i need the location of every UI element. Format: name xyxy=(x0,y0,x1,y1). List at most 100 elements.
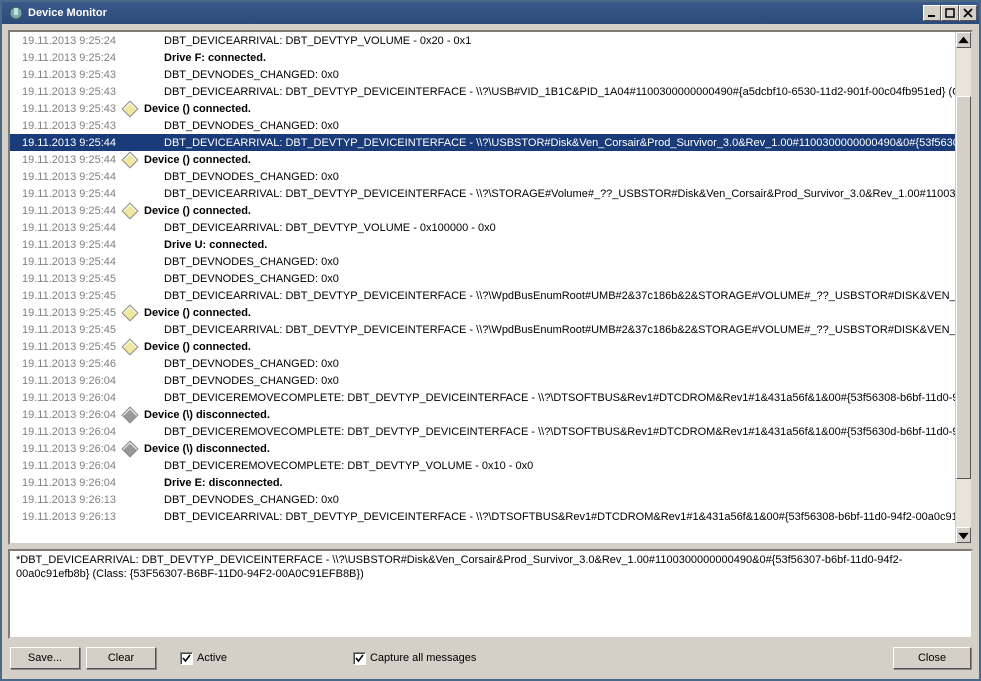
list-row[interactable]: 19.11.2013 9:25:44DBT_DEVICEARRIVAL: DBT… xyxy=(10,219,955,236)
row-time: 19.11.2013 9:26:04 xyxy=(10,443,120,455)
detail-pane[interactable]: *DBT_DEVICEARRIVAL: DBT_DEVTYP_DEVICEINT… xyxy=(8,549,973,639)
list-row[interactable]: 19.11.2013 9:26:04DBT_DEVICEREMOVECOMPLE… xyxy=(10,423,955,440)
row-icon xyxy=(120,409,140,421)
row-message: Device (\) disconnected. xyxy=(140,443,955,455)
list-row[interactable]: 19.11.2013 9:25:44 DBT_DEVNODES_CHANGED: … xyxy=(10,253,955,270)
list-row[interactable]: 19.11.2013 9:26:04 Device (\) disconnecte… xyxy=(10,440,955,457)
active-checkbox-wrap[interactable]: Active xyxy=(180,652,227,665)
row-time: 19.11.2013 9:25:43 xyxy=(10,69,120,81)
list-row[interactable]: 19.11.2013 9:26:04DBT_DEVNODES_CHANGED: … xyxy=(10,372,955,389)
active-checkbox[interactable] xyxy=(180,652,193,665)
row-time: 19.11.2013 9:25:43 xyxy=(10,103,120,115)
app-window: Device Monitor 19.11.2013 9:25:24 DBT_DEV… xyxy=(0,0,981,681)
row-time: 19.11.2013 9:25:43 xyxy=(10,120,120,132)
list-row[interactable]: 19.11.2013 9:26:04Device (\) disconnecte… xyxy=(10,406,955,423)
row-icon xyxy=(120,103,140,115)
row-message: Device () connected. xyxy=(140,154,955,166)
list-row[interactable]: 19.11.2013 9:25:44 DBT_DEVICEARRIVAL: DBT… xyxy=(10,134,955,151)
row-time: 19.11.2013 9:25:44 xyxy=(10,222,120,234)
diamond-dark-icon xyxy=(122,406,139,423)
row-message: DBT_DEVICEARRIVAL: DBT_DEVTYP_VOLUME - 0… xyxy=(140,35,955,47)
diamond-light-icon xyxy=(122,100,139,117)
list-row[interactable]: 19.11.2013 9:25:45 DBT_DEVICEARRIVAL: DBT… xyxy=(10,321,955,338)
row-time: 19.11.2013 9:25:43 xyxy=(10,86,120,98)
row-time: 19.11.2013 9:26:04 xyxy=(10,477,120,489)
row-message: DBT_DEVNODES_CHANGED: 0x0 xyxy=(140,120,955,132)
detail-text: *DBT_DEVICEARRIVAL: DBT_DEVTYP_DEVICEINT… xyxy=(16,553,965,581)
close-button[interactable] xyxy=(959,5,977,21)
window-controls xyxy=(923,5,977,21)
capture-checkbox-wrap[interactable]: Capture all messages xyxy=(353,652,476,665)
row-message: DBT_DEVNODES_CHANGED: 0x0 xyxy=(140,273,955,285)
bottom-toolbar: Save... Clear Active Capture all message… xyxy=(8,643,973,673)
minimize-button[interactable] xyxy=(923,5,941,21)
row-time: 19.11.2013 9:26:13 xyxy=(10,511,120,523)
content-area: 19.11.2013 9:25:24 DBT_DEVICEARRIVAL: DBT… xyxy=(8,30,973,673)
capture-checkbox[interactable] xyxy=(353,652,366,665)
row-time: 19.11.2013 9:25:44 xyxy=(10,154,120,166)
row-message: DBT_DEVICEARRIVAL: DBT_DEVTYP_DEVICEINTE… xyxy=(140,324,955,336)
row-message: Device () connected. xyxy=(140,103,955,115)
window-title: Device Monitor xyxy=(28,7,923,19)
list-row[interactable]: 19.11.2013 9:26:04Drive E: disconnected. xyxy=(10,474,955,491)
list-row[interactable]: 19.11.2013 9:26:13DBT_DEVNODES_CHANGED: … xyxy=(10,491,955,508)
row-message: DBT_DEVNODES_CHANGED: 0x0 xyxy=(140,256,955,268)
list-row[interactable]: 19.11.2013 9:25:44DBT_DEVNODES_CHANGED: … xyxy=(10,168,955,185)
diamond-light-icon xyxy=(122,304,139,321)
list-row[interactable]: 19.11.2013 9:25:44Device () connected. xyxy=(10,202,955,219)
list-row[interactable]: 19.11.2013 9:26:04DBT_DEVICEREMOVECOMPLE… xyxy=(10,457,955,474)
row-time: 19.11.2013 9:25:44 xyxy=(10,137,120,149)
message-list[interactable]: 19.11.2013 9:25:24 DBT_DEVICEARRIVAL: DBT… xyxy=(10,32,955,543)
list-row[interactable]: 19.11.2013 9:25:45Device () connected. xyxy=(10,338,955,355)
scroll-thumb[interactable] xyxy=(956,96,971,479)
list-row[interactable]: 19.11.2013 9:25:45DBT_DEVNODES_CHANGED: … xyxy=(10,270,955,287)
scroll-up-icon[interactable] xyxy=(956,32,971,48)
row-time: 19.11.2013 9:25:44 xyxy=(10,256,120,268)
row-message: DBT_DEVNODES_CHANGED: 0x0 xyxy=(140,494,955,506)
row-message: DBT_DEVICEARRIVAL: DBT_DEVTYP_DEVICEINTE… xyxy=(140,290,955,302)
vertical-scrollbar[interactable] xyxy=(955,32,971,543)
row-time: 19.11.2013 9:25:45 xyxy=(10,341,120,353)
diamond-light-icon xyxy=(122,338,139,355)
list-row[interactable]: 19.11.2013 9:25:24 DBT_DEVICEARRIVAL: DBT… xyxy=(10,32,955,49)
clear-button[interactable]: Clear xyxy=(86,647,156,669)
row-icon xyxy=(120,443,140,455)
list-row[interactable]: 19.11.2013 9:25:43 Device () connected. xyxy=(10,100,955,117)
row-icon xyxy=(120,341,140,353)
diamond-light-icon xyxy=(122,202,139,219)
row-time: 19.11.2013 9:25:24 xyxy=(10,35,120,47)
list-row[interactable]: 19.11.2013 9:25:44DBT_DEVICEARRIVAL: DBT… xyxy=(10,185,955,202)
row-message: DBT_DEVICEARRIVAL: DBT_DEVTYP_DEVICEINTE… xyxy=(140,137,955,149)
list-row[interactable]: 19.11.2013 9:25:43 DBT_DEVICEARRIVAL: DBT… xyxy=(10,83,955,100)
list-row[interactable]: 19.11.2013 9:25:45Device () connected. xyxy=(10,304,955,321)
row-message: Device () connected. xyxy=(140,307,955,319)
scroll-down-icon[interactable] xyxy=(956,527,971,543)
list-row[interactable]: 19.11.2013 9:25:46DBT_DEVNODES_CHANGED: … xyxy=(10,355,955,372)
row-time: 19.11.2013 9:25:24 xyxy=(10,52,120,64)
row-time: 19.11.2013 9:26:04 xyxy=(10,409,120,421)
scroll-track[interactable] xyxy=(956,48,971,527)
row-time: 19.11.2013 9:26:04 xyxy=(10,392,120,404)
save-button[interactable]: Save... xyxy=(10,647,80,669)
list-row[interactable]: 19.11.2013 9:25:44Drive U: connected. xyxy=(10,236,955,253)
diamond-light-icon xyxy=(122,151,139,168)
list-row[interactable]: 19.11.2013 9:25:45DBT_DEVICEARRIVAL: DBT… xyxy=(10,287,955,304)
row-message: Drive F: connected. xyxy=(140,52,955,64)
list-row[interactable]: 19.11.2013 9:26:13DBT_DEVICEARRIVAL: DBT… xyxy=(10,508,955,525)
row-message: DBT_DEVNODES_CHANGED: 0x0 xyxy=(140,358,955,370)
list-row[interactable]: 19.11.2013 9:25:24 Drive F: connected. xyxy=(10,49,955,66)
list-row[interactable]: 19.11.2013 9:25:43DBT_DEVNODES_CHANGED: … xyxy=(10,66,955,83)
row-message: DBT_DEVICEREMOVECOMPLETE: DBT_DEVTYP_DEV… xyxy=(140,426,955,438)
list-row[interactable]: 19.11.2013 9:25:43 DBT_DEVNODES_CHANGED: … xyxy=(10,117,955,134)
maximize-button[interactable] xyxy=(941,5,959,21)
list-row[interactable]: 19.11.2013 9:25:44 Device () connected. xyxy=(10,151,955,168)
list-row[interactable]: 19.11.2013 9:26:04DBT_DEVICEREMOVECOMPLE… xyxy=(10,389,955,406)
row-message: DBT_DEVICEREMOVECOMPLETE: DBT_DEVTYP_VOL… xyxy=(140,460,955,472)
row-message: DBT_DEVNODES_CHANGED: 0x0 xyxy=(140,375,955,387)
row-message: Drive U: connected. xyxy=(140,239,955,251)
row-time: 19.11.2013 9:25:45 xyxy=(10,324,120,336)
titlebar[interactable]: Device Monitor xyxy=(2,2,979,24)
capture-label: Capture all messages xyxy=(370,652,476,664)
row-message: DBT_DEVICEARRIVAL: DBT_DEVTYP_DEVICEINTE… xyxy=(140,86,955,98)
close-dialog-button[interactable]: Close xyxy=(893,647,971,669)
